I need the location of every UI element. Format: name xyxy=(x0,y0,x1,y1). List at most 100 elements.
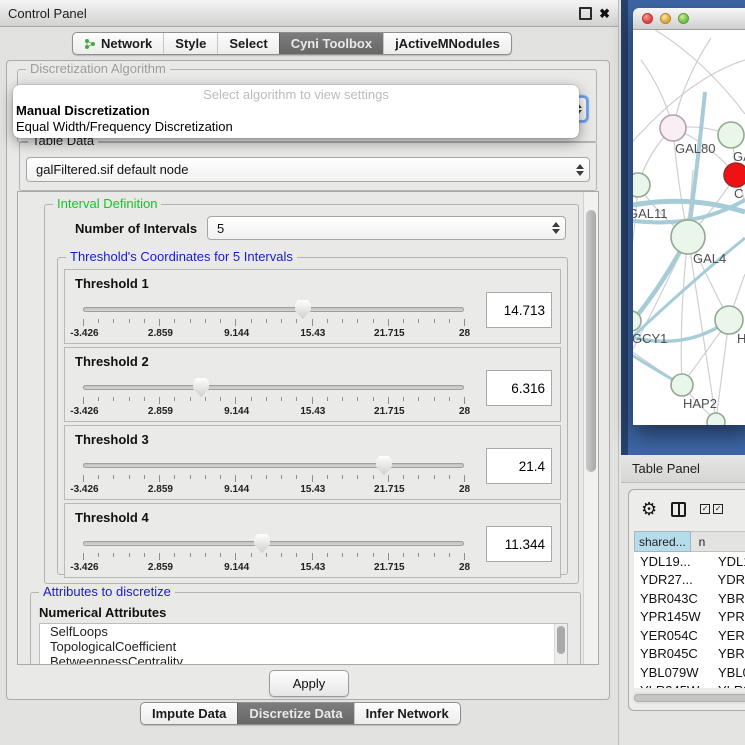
slider-track[interactable] xyxy=(83,307,464,312)
tab-jactivemnodules[interactable]: jActiveMNodules xyxy=(383,33,511,54)
network-node-HAP2[interactable] xyxy=(671,374,693,396)
table-cell[interactable]: YBR0 xyxy=(710,646,745,661)
tab-discretize-data[interactable]: Discretize Data xyxy=(237,703,353,724)
horizontal-scrollbar[interactable] xyxy=(632,692,745,704)
network-node-GAL11[interactable] xyxy=(633,173,650,197)
table-cell[interactable]: YPR145W xyxy=(634,609,710,624)
network-canvas[interactable]: GAL80GACGAL11GAL4GCY1HHAP2 xyxy=(633,30,745,425)
network-node-GA[interactable] xyxy=(718,122,744,148)
table-data-combo[interactable]: galFiltered.sif default node xyxy=(26,157,590,182)
table-cell[interactable]: YDR2 xyxy=(710,572,745,587)
combo-stepper-icon[interactable] xyxy=(547,218,564,238)
slider-handle-icon[interactable] xyxy=(295,300,311,319)
table-row[interactable]: YER054CYER0 xyxy=(634,626,745,645)
attribute-list-item[interactable]: BetweennessCentrality xyxy=(40,654,567,665)
number-of-intervals-combo[interactable]: 5 xyxy=(207,216,566,240)
table-cell[interactable]: YPR1 xyxy=(710,609,745,624)
dropdown-option-equal-width-frequency[interactable]: Equal Width/Frequency Discretization xyxy=(13,119,579,135)
table-cell[interactable]: YDL19... xyxy=(634,554,710,569)
table-cell[interactable]: YER054C xyxy=(634,628,710,643)
slider-handle-icon[interactable] xyxy=(254,534,270,553)
numerical-attributes-list[interactable]: SelfLoopsTopologicalCoefficientBetweenne… xyxy=(39,623,568,665)
column-header-shared-name[interactable]: shared... xyxy=(634,531,691,552)
table-cell[interactable]: YLR345W xyxy=(634,683,710,688)
close-traffic-light-icon[interactable] xyxy=(642,13,653,24)
tab-cyni-toolbox[interactable]: Cyni Toolbox xyxy=(279,33,383,54)
network-edge[interactable] xyxy=(673,38,711,128)
list-scrollbar[interactable] xyxy=(554,624,567,665)
tab-select[interactable]: Select xyxy=(217,33,278,54)
network-edge[interactable] xyxy=(681,237,688,385)
slider-ticks xyxy=(83,553,464,561)
table-cell[interactable]: YBL0 xyxy=(710,665,745,680)
vertical-scrollbar[interactable] xyxy=(583,192,598,664)
column-header-name[interactable]: n xyxy=(691,531,745,552)
list-scrollbar-thumb[interactable] xyxy=(557,626,565,654)
threshold-slider[interactable]: -3.4262.8599.14415.4321.71528 xyxy=(83,454,464,498)
threshold-value-field[interactable]: 14.713 xyxy=(486,292,552,328)
group-title: Attributes to discretize xyxy=(39,584,175,600)
table-cell[interactable]: YLR3 xyxy=(710,683,745,688)
table-cell[interactable]: YDR27... xyxy=(634,572,710,587)
slider-handle-icon[interactable] xyxy=(193,378,209,397)
table-cell[interactable]: YER0 xyxy=(710,628,745,643)
network-node-label: GAL11 xyxy=(633,206,668,221)
tab-impute-data[interactable]: Impute Data xyxy=(141,703,237,724)
horizontal-scrollbar-thumb[interactable] xyxy=(634,694,745,702)
attribute-list-item[interactable]: TopologicalCoefficient xyxy=(40,639,567,654)
threshold-slider[interactable]: -3.4262.8599.14415.4321.71528 xyxy=(83,376,464,420)
threshold-value-field[interactable]: 21.4 xyxy=(486,448,552,484)
tick-label: 9.144 xyxy=(224,406,249,417)
checkbox-icons[interactable]: ✓ ✓ xyxy=(700,504,723,514)
table-cell[interactable]: YDL1 xyxy=(710,554,745,569)
combo-stepper-icon[interactable] xyxy=(571,159,588,180)
attribute-list-item[interactable]: SelfLoops xyxy=(40,624,567,639)
network-node-GAL4[interactable] xyxy=(671,220,705,254)
table-row[interactable]: YBR045CYBR0 xyxy=(634,645,745,664)
threshold-slider[interactable]: -3.4262.8599.14415.4321.71528 xyxy=(83,298,464,342)
threshold-value-field[interactable]: 6.316 xyxy=(486,370,552,406)
network-window[interactable]: GAL80GACGAL11GAL4GCY1HHAP2 xyxy=(633,8,745,425)
vertical-scrollbar-thumb[interactable] xyxy=(586,210,596,472)
tab-style[interactable]: Style xyxy=(163,33,217,54)
slider-track[interactable] xyxy=(83,463,464,468)
slider-track[interactable] xyxy=(83,385,464,390)
zoom-traffic-light-icon[interactable] xyxy=(678,13,689,24)
node-table: shared... n YDL19...YDL1YDR27...YDR2YBR0… xyxy=(634,531,745,688)
apply-button[interactable]: Apply xyxy=(269,670,349,697)
table-cell[interactable]: YBL079W xyxy=(634,665,710,680)
network-node-GAL80[interactable] xyxy=(660,115,686,141)
table-row[interactable]: YBL079WYBL0 xyxy=(634,663,745,682)
tab-network[interactable]: Network xyxy=(73,33,163,54)
slider-handle-icon[interactable] xyxy=(376,456,392,475)
tab-infer-network[interactable]: Infer Network xyxy=(354,703,460,724)
columns-icon[interactable] xyxy=(671,502,686,517)
network-node-H[interactable] xyxy=(715,306,743,334)
table-row[interactable]: YLR345WYLR3 xyxy=(634,682,745,689)
network-node-C[interactable] xyxy=(724,163,745,187)
network-graph: GAL80GACGAL11GAL4GCY1HHAP2 xyxy=(633,30,745,425)
network-edge[interactable] xyxy=(649,30,745,114)
tick-label: 9.144 xyxy=(224,484,249,495)
table-row[interactable]: YPR145WYPR1 xyxy=(634,608,745,627)
table-row[interactable]: YBR043CYBR0 xyxy=(634,589,745,608)
check-all-icon[interactable]: ✓ xyxy=(700,504,710,514)
threshold-value-field[interactable]: 11.344 xyxy=(486,526,552,562)
network-node[interactable] xyxy=(707,413,725,425)
table-cell[interactable]: YBR043C xyxy=(634,591,710,606)
threshold-slider[interactable]: -3.4262.8599.14415.4321.71528 xyxy=(83,532,464,576)
table-row[interactable]: YDR27...YDR2 xyxy=(634,571,745,590)
close-icon[interactable]: ✖ xyxy=(599,7,610,20)
float-window-icon[interactable] xyxy=(579,7,592,20)
dropdown-option-manual-discretization[interactable]: Manual Discretization xyxy=(13,103,579,119)
check-none-icon[interactable]: ✓ xyxy=(713,504,723,514)
minimize-traffic-light-icon[interactable] xyxy=(660,13,671,24)
table-row[interactable]: YDL19...YDL1 xyxy=(634,552,745,571)
table-cell[interactable]: YBR045C xyxy=(634,646,710,661)
gear-icon[interactable]: ⚙ xyxy=(641,500,657,518)
network-window-titlebar[interactable] xyxy=(633,8,745,30)
panel-title: Control Panel xyxy=(8,6,87,21)
slider-track[interactable] xyxy=(83,541,464,546)
tick-label: 15.43 xyxy=(300,328,325,339)
table-cell[interactable]: YBR0 xyxy=(710,591,745,606)
